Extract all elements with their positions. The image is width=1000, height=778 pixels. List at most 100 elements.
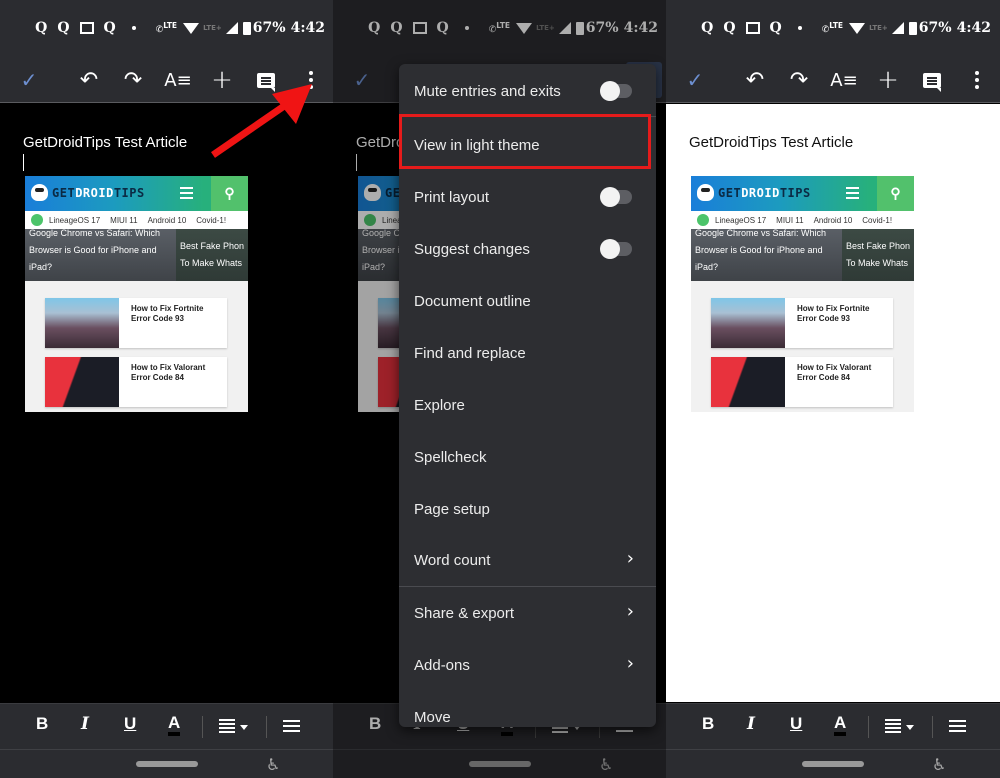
card-title: How to Fix Fortnite Error Code 93 bbox=[797, 304, 870, 323]
format-bar: B I U A bbox=[666, 703, 1000, 749]
menu-item-label: Suggest changes bbox=[414, 240, 530, 258]
redo-icon[interactable]: ↷ bbox=[118, 65, 148, 95]
search-icon: ⚲ bbox=[211, 176, 248, 211]
menu-item-add-ons[interactable]: Add-ons › bbox=[399, 639, 656, 691]
underline-button[interactable]: U bbox=[124, 714, 136, 734]
menu-item-share-export[interactable]: Share & export › bbox=[399, 587, 656, 639]
clock: 4:42 bbox=[956, 20, 991, 36]
menu-item-word-count[interactable]: Word count › bbox=[399, 534, 656, 586]
document-title-text[interactable]: GetDroidTips Test Article bbox=[689, 134, 853, 151]
italic-button[interactable]: I bbox=[81, 714, 89, 734]
featured-row: Google Chrome vs Safari: Which Browser i… bbox=[691, 228, 914, 281]
accessibility-icon[interactable]: ♿ bbox=[266, 755, 280, 774]
docs-toolbar: ✓ ↶ ↷ A≡ + bbox=[666, 57, 1000, 103]
card-title: How to Fix Fortnite Error Code 93 bbox=[131, 304, 204, 323]
menu-item-move[interactable]: Move bbox=[399, 691, 656, 727]
home-gesture-handle[interactable] bbox=[802, 761, 864, 767]
menu-item-label: Find and replace bbox=[414, 344, 526, 362]
wifi-icon bbox=[849, 22, 866, 34]
menu-item-find-and-replace[interactable]: Find and replace bbox=[399, 327, 656, 379]
done-check-icon[interactable]: ✓ bbox=[680, 65, 710, 95]
lte-plus-icon: LTE+ bbox=[203, 24, 222, 32]
menu-item-page-setup[interactable]: Page setup bbox=[399, 483, 656, 535]
done-check-icon[interactable]: ✓ bbox=[14, 65, 44, 95]
redo-icon[interactable]: ↷ bbox=[784, 65, 814, 95]
notification-q-icon: Q bbox=[436, 20, 449, 36]
status-bar: Q Q Q ✆LTE LTE+ 67% 4:42 bbox=[0, 0, 334, 57]
align-left-icon[interactable] bbox=[885, 719, 901, 721]
mail-icon bbox=[79, 22, 94, 34]
bold-button[interactable]: B bbox=[369, 714, 381, 734]
text-format-icon[interactable]: A≡ bbox=[163, 65, 193, 95]
panel-menu-open: Q Q Q ✆LTE LTE+ 67% 4:42 ✓ ↶ ↷ A≡ + GetD… bbox=[333, 0, 667, 778]
align-left-icon[interactable] bbox=[219, 719, 235, 721]
toggle-switch[interactable] bbox=[600, 81, 632, 101]
battery-percent: 67% bbox=[918, 20, 952, 36]
system-nav-bar: ♿ bbox=[0, 749, 334, 778]
status-bar: Q Q Q ✆LTE LTE+ 67% 4:42 bbox=[666, 0, 1000, 57]
bulleted-list-icon[interactable] bbox=[283, 720, 300, 722]
bold-button[interactable]: B bbox=[36, 714, 48, 734]
menu-item-label: Word count bbox=[414, 551, 491, 569]
embedded-screenshot-image[interactable]: GETDROIDTIPS ⚲ LineageOS 17 MIUI 11 Andr… bbox=[691, 176, 914, 412]
menu-item-mute-entries-and-exits[interactable]: Mute entries and exits bbox=[399, 65, 656, 117]
toggle-switch[interactable] bbox=[600, 239, 632, 259]
document-canvas[interactable]: GetDroidTips Test Article GETDROIDTIPS ⚲… bbox=[0, 104, 334, 702]
toggle-switch[interactable] bbox=[600, 187, 632, 207]
mail-icon bbox=[745, 22, 760, 34]
dot-icon bbox=[797, 26, 802, 30]
menu-item-label: Share & export bbox=[414, 604, 515, 622]
undo-icon[interactable]: ↶ bbox=[74, 65, 104, 95]
more-vertical-icon bbox=[975, 71, 979, 89]
tag: LineageOS 17 bbox=[715, 215, 767, 225]
underline-button[interactable]: U bbox=[790, 714, 802, 734]
comment-button[interactable] bbox=[917, 65, 947, 95]
caret-down-icon[interactable] bbox=[906, 725, 914, 730]
bulleted-list-icon[interactable] bbox=[949, 720, 966, 722]
menu-item-spellcheck[interactable]: Spellcheck bbox=[399, 431, 656, 483]
insert-plus-icon[interactable]: + bbox=[873, 65, 903, 95]
article-card: How to Fix Fortnite Error Code 93 bbox=[711, 298, 893, 348]
text-format-icon[interactable]: A≡ bbox=[829, 65, 859, 95]
notification-q-icon: Q bbox=[368, 20, 381, 36]
text-color-button[interactable]: A bbox=[168, 714, 181, 736]
more-options-button[interactable] bbox=[962, 65, 992, 95]
format-bar: B I U A bbox=[0, 703, 334, 749]
status-icons: Q Q Q ✆LTE LTE+ 67% 4:42 bbox=[35, 20, 325, 36]
divider bbox=[202, 716, 203, 738]
hamburger-menu-icon bbox=[180, 187, 193, 189]
divider bbox=[868, 716, 869, 738]
accessibility-icon[interactable]: ♿ bbox=[932, 755, 946, 774]
robot-logo-icon bbox=[31, 184, 48, 201]
document-title-text[interactable]: GetDroidTips Test Article bbox=[23, 134, 187, 151]
fortnite-thumbnail bbox=[711, 298, 785, 348]
tag: Android 10 bbox=[147, 215, 187, 225]
valorant-thumbnail bbox=[45, 357, 119, 407]
menu-item-view-in-light-theme[interactable]: View in light theme bbox=[399, 119, 656, 171]
menu-item-print-layout[interactable]: Print layout bbox=[399, 171, 656, 223]
undo-icon[interactable]: ↶ bbox=[740, 65, 770, 95]
cell-signal-icon bbox=[891, 22, 904, 34]
italic-button[interactable]: I bbox=[747, 714, 755, 734]
status-bar: Q Q Q ✆LTE LTE+ 67% 4:42 bbox=[333, 0, 667, 57]
menu-item-document-outline[interactable]: Document outline bbox=[399, 275, 656, 327]
embedded-screenshot-image[interactable]: GETDROIDTIPS ⚲ LineageOS 17 MIUI 11 Andr… bbox=[25, 176, 248, 412]
menu-item-label: Mute entries and exits bbox=[414, 82, 561, 100]
menu-item-suggest-changes[interactable]: Suggest changes bbox=[399, 223, 656, 275]
home-gesture-handle[interactable] bbox=[136, 761, 198, 767]
accessibility-icon[interactable]: ♿ bbox=[599, 755, 613, 774]
menu-item-explore[interactable]: Explore bbox=[399, 379, 656, 431]
menu-item-label: Document outline bbox=[414, 292, 531, 310]
dot-icon bbox=[131, 26, 136, 30]
document-canvas[interactable]: GetDroidTips Test Article GETDROIDTIPS ⚲… bbox=[666, 104, 1000, 702]
bold-button[interactable]: B bbox=[702, 714, 714, 734]
lte-plus-icon: LTE+ bbox=[869, 24, 888, 32]
featured-article: Best Fake Phon To Make Whats bbox=[842, 229, 914, 281]
notification-q-icon: Q bbox=[103, 20, 116, 36]
home-gesture-handle[interactable] bbox=[469, 761, 531, 767]
text-color-button[interactable]: A bbox=[834, 714, 847, 736]
caret-down-icon[interactable] bbox=[240, 725, 248, 730]
featured-article: Google Chrome vs Safari: Which Browser i… bbox=[691, 228, 842, 281]
done-check-icon[interactable]: ✓ bbox=[347, 65, 377, 95]
call-badge: LTE bbox=[829, 21, 844, 30]
